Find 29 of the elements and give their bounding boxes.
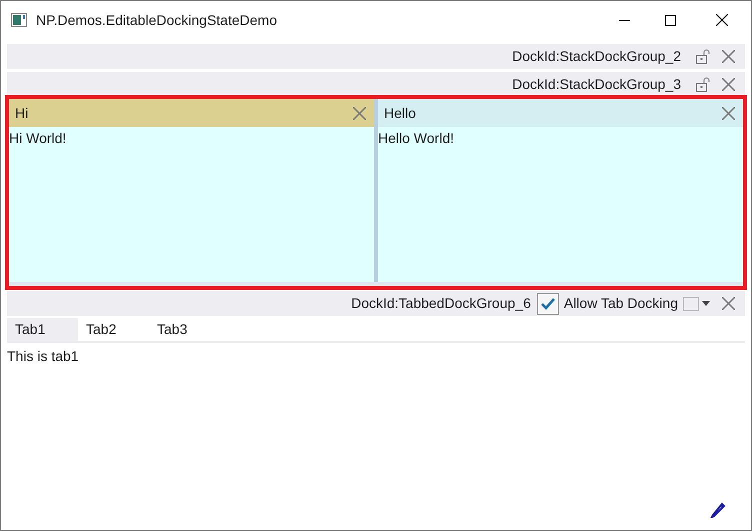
tab[interactable]: Tab1: [7, 318, 78, 341]
panel-content-text: Hi World!: [9, 129, 68, 148]
window-title: NP.Demos.EditableDockingStateDemo: [36, 10, 277, 30]
close-icon: [716, 14, 728, 26]
dropdown-button[interactable]: [683, 296, 710, 310]
unlock-icon[interactable]: [695, 77, 710, 92]
checkmark-icon: [540, 298, 555, 310]
close-button[interactable]: [353, 106, 366, 120]
unlock-icon[interactable]: [695, 49, 710, 64]
dock-id-label: DockId:StackDockGroup_2: [512, 47, 681, 66]
panel-content-text: Hello World!: [378, 129, 455, 148]
maximize-icon: [664, 14, 676, 26]
dock-id-label: DockId:TabbedDockGroup_6: [351, 294, 531, 313]
close-button[interactable]: [722, 297, 735, 310]
panel-header[interactable]: Hi: [9, 99, 374, 127]
close-button[interactable]: [722, 106, 735, 120]
app-icon: [11, 13, 27, 27]
caret-icon: [702, 301, 710, 306]
panel-title: Hi: [15, 104, 28, 122]
checkbox[interactable]: [536, 292, 559, 314]
close-button[interactable]: [722, 78, 735, 91]
dock-id-label: DockId:StackDockGroup_3: [512, 75, 681, 94]
tab-content-text: This is tab1: [7, 347, 80, 366]
panel-header[interactable]: Hello: [378, 99, 743, 127]
checkbox-label: Allow Tab Docking: [564, 294, 678, 313]
close-button[interactable]: [722, 50, 735, 63]
panel-title: Hello: [384, 104, 416, 122]
dotted-box-icon: [683, 296, 699, 310]
edit-icon[interactable]: [710, 502, 726, 518]
